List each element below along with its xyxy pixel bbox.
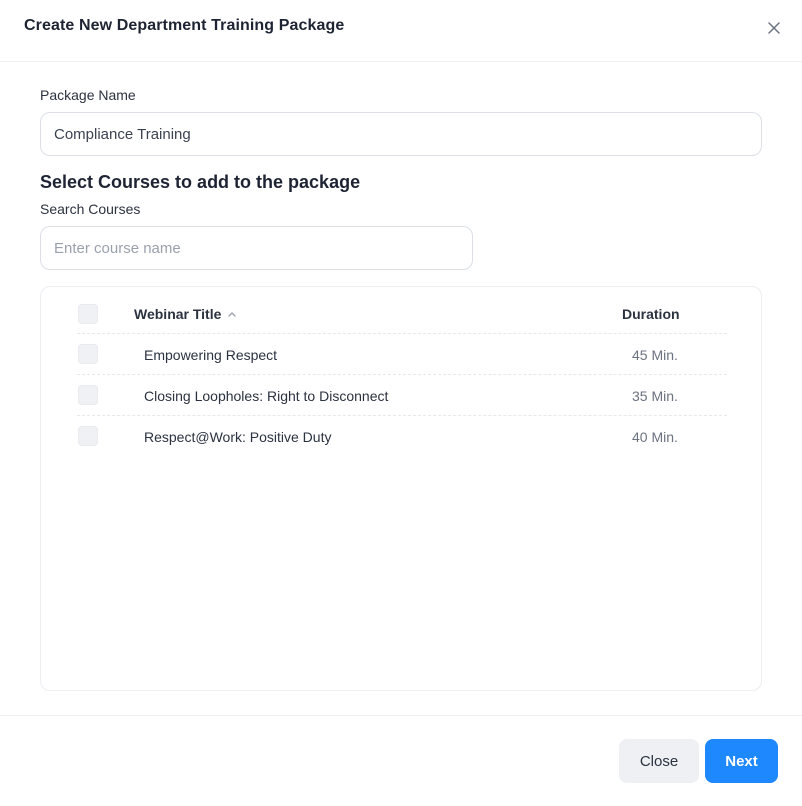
course-title: Respect@Work: Positive Duty bbox=[144, 429, 332, 445]
chevron-up-icon bbox=[228, 312, 237, 317]
create-package-dialog: Create New Department Training Package P… bbox=[0, 0, 802, 806]
search-courses-label: Search Courses bbox=[40, 201, 141, 217]
package-name-input[interactable] bbox=[40, 112, 762, 156]
table-row[interactable]: Empowering Respect 45 Min. bbox=[77, 334, 727, 375]
table-row[interactable]: Closing Loopholes: Right to Disconnect 3… bbox=[77, 375, 727, 416]
course-duration: 45 Min. bbox=[632, 347, 678, 363]
course-title: Empowering Respect bbox=[144, 347, 278, 363]
duration-column-header: Duration bbox=[622, 306, 680, 322]
webinar-title-header-label: Webinar Title bbox=[134, 306, 222, 322]
package-name-label: Package Name bbox=[40, 87, 136, 103]
dialog-title: Create New Department Training Package bbox=[24, 17, 345, 34]
dialog-header: Create New Department Training Package bbox=[0, 0, 802, 62]
close-icon[interactable] bbox=[763, 17, 785, 39]
dialog-footer: Close Next bbox=[0, 715, 802, 806]
course-duration: 35 Min. bbox=[632, 388, 678, 404]
search-input[interactable] bbox=[40, 226, 473, 270]
section-title: Select Courses to add to the package bbox=[40, 172, 361, 192]
select-all-checkbox[interactable] bbox=[78, 304, 98, 324]
table-row[interactable]: Respect@Work: Positive Duty 40 Min. bbox=[77, 416, 727, 457]
courses-table: Webinar Title Duration Empowering Respec… bbox=[40, 286, 762, 691]
table-header-row: Webinar Title Duration bbox=[77, 293, 727, 334]
row-checkbox[interactable] bbox=[78, 385, 98, 405]
next-button[interactable]: Next bbox=[705, 739, 778, 783]
course-title: Closing Loopholes: Right to Disconnect bbox=[144, 388, 389, 404]
close-icon-glyph bbox=[768, 22, 780, 34]
row-checkbox[interactable] bbox=[78, 344, 98, 364]
course-duration: 40 Min. bbox=[632, 429, 678, 445]
webinar-title-column-header[interactable]: Webinar Title bbox=[134, 306, 237, 322]
row-checkbox[interactable] bbox=[78, 426, 98, 446]
close-button[interactable]: Close bbox=[619, 739, 699, 783]
